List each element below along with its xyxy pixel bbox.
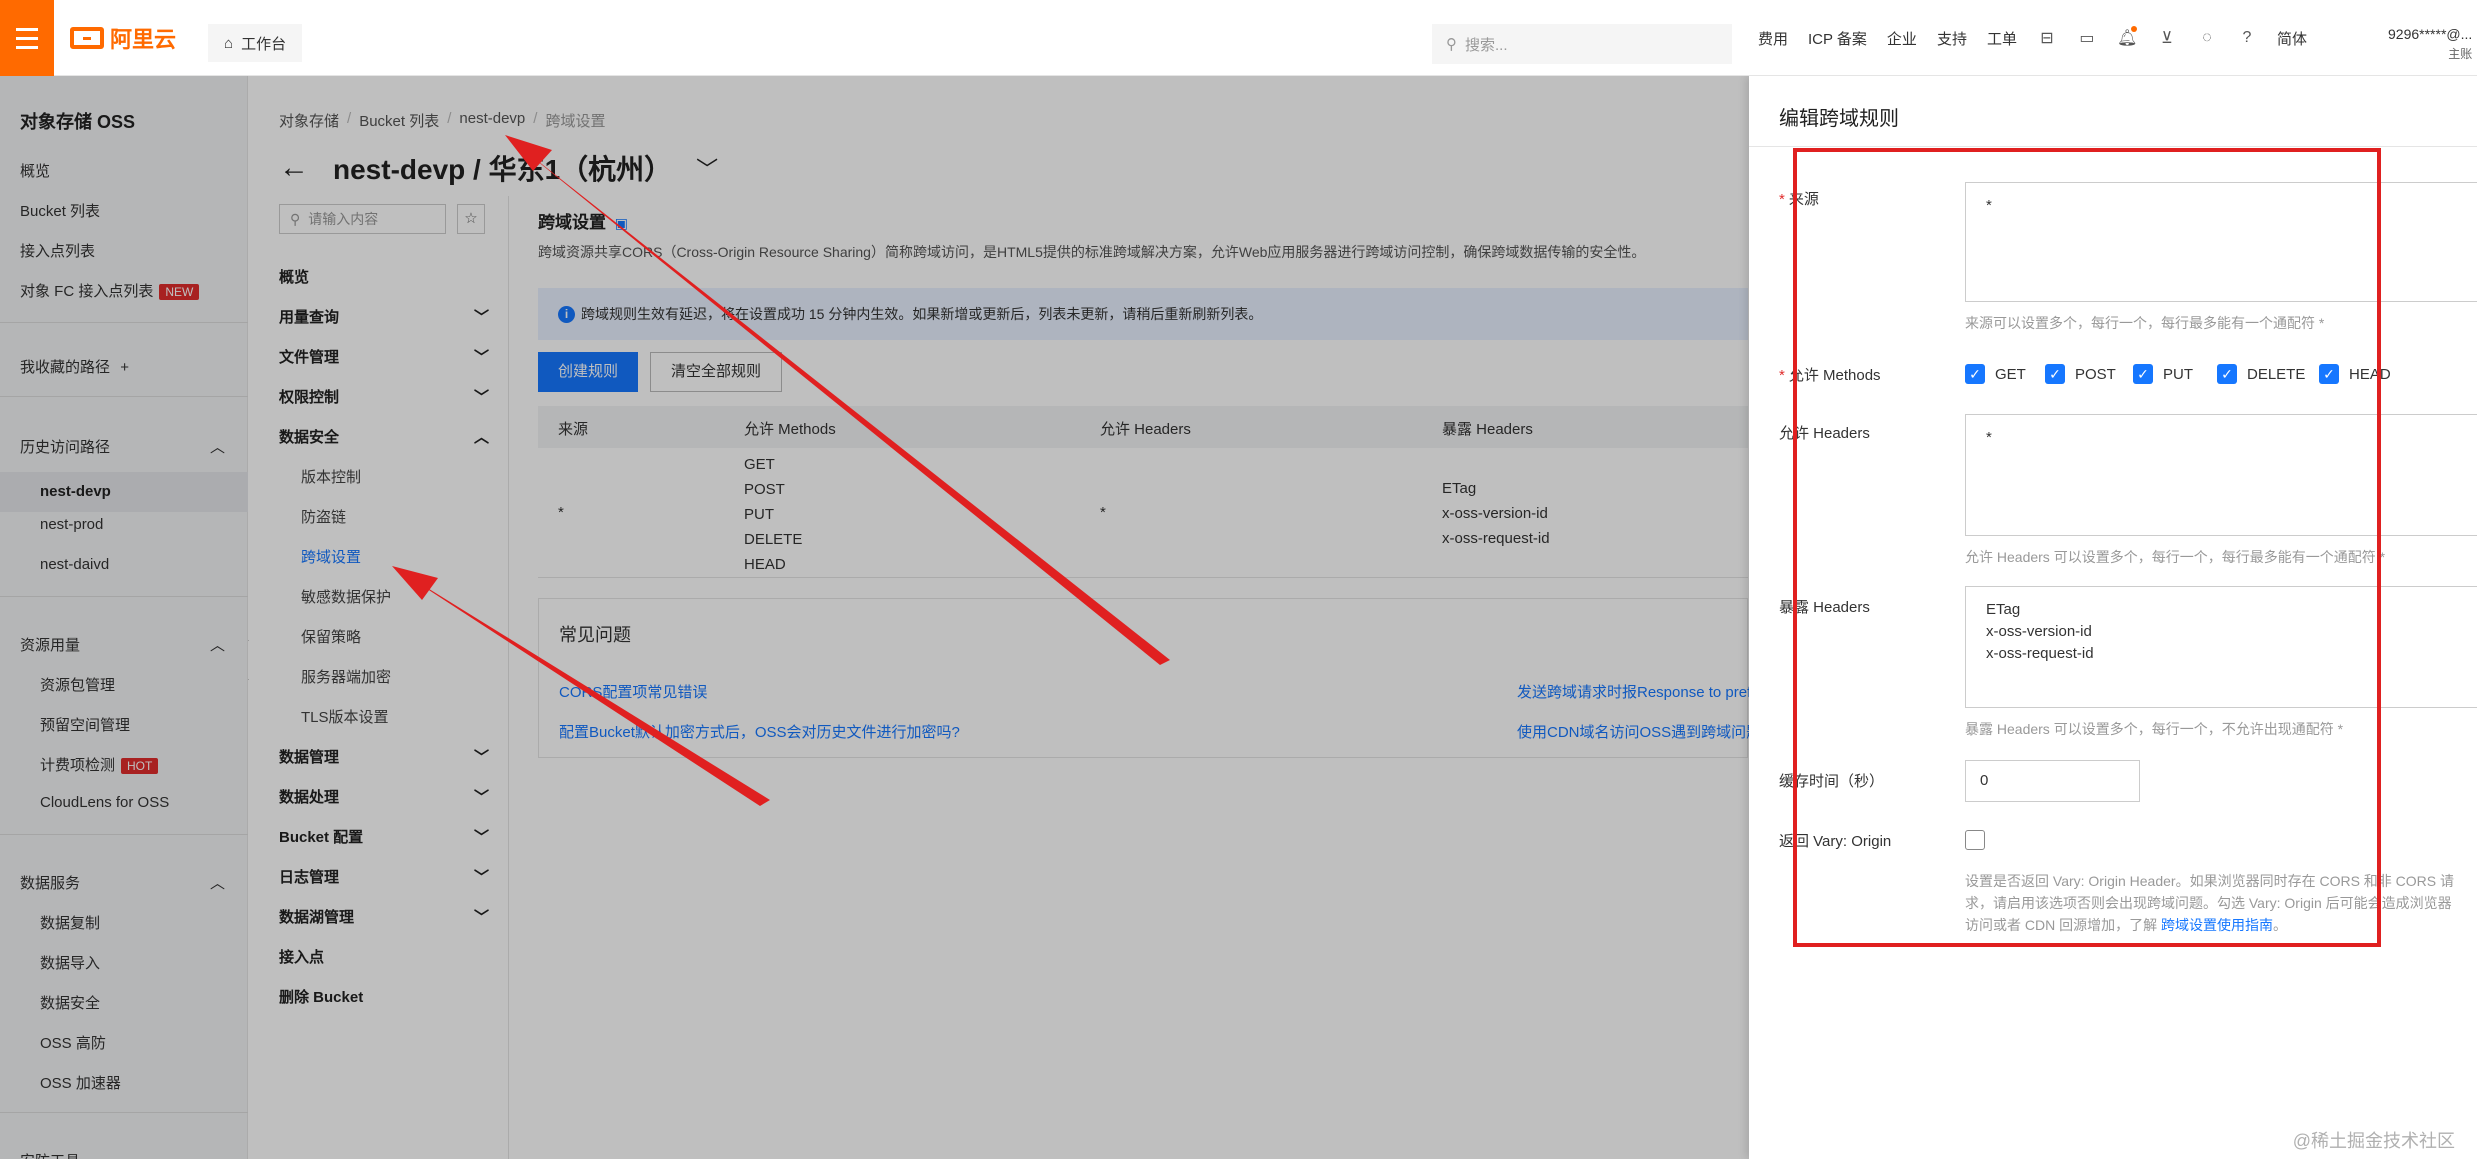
nav-ticket[interactable]: 工单 (1987, 28, 2017, 49)
nav-icp[interactable]: ICP 备案 (1808, 28, 1867, 49)
search-icon: ⚲ (1446, 36, 1457, 53)
account-menu[interactable]: 9296*****@... 主账 (2388, 24, 2472, 64)
account-name: 9296*****@... (2388, 26, 2473, 42)
bulb-icon[interactable]: ◌ (2197, 29, 2217, 47)
workbench-label: 工作台 (241, 35, 287, 53)
account-role: 主账 (2448, 47, 2473, 61)
cart-icon[interactable]: ⊻ (2157, 28, 2177, 48)
terminal-icon[interactable]: ▭ (2077, 28, 2097, 48)
search-placeholder: 搜索... (1465, 36, 1508, 54)
logo-text: 阿里云 (110, 27, 177, 52)
annotation-arrow (392, 566, 770, 806)
console-icon[interactable]: ⊟ (2037, 28, 2057, 48)
bell-icon[interactable]: 🔔︎ (2117, 26, 2137, 48)
nav-support[interactable]: 支持 (1937, 28, 1967, 49)
logo[interactable]: 阿里云 (70, 26, 176, 52)
home-icon: ⌂ (224, 34, 234, 52)
top-nav: 费用 ICP 备案 企业 支持 工单 ⊟ ▭ 🔔︎ ⊻ ◌ ? 简体 (1758, 0, 2307, 76)
global-search-input[interactable]: ⚲ 搜索... (1432, 24, 1732, 64)
workbench-button[interactable]: ⌂ 工作台 (208, 24, 303, 62)
annotation-arrow (505, 135, 1170, 665)
nav-enterprise[interactable]: 企业 (1887, 28, 1917, 49)
menu-icon[interactable] (0, 0, 54, 76)
nav-billing[interactable]: 费用 (1758, 28, 1788, 49)
aliyun-logo-icon (70, 27, 104, 49)
annotation-arrow (392, 566, 438, 600)
language-switch[interactable]: 简体 (2277, 28, 2307, 49)
annotation-arrow (505, 135, 552, 171)
watermark: @稀土掘金技术社区 (2292, 1131, 2455, 1151)
annotation-arrows (392, 135, 1170, 806)
help-icon[interactable]: ? (2237, 29, 2257, 47)
top-header: 阿里云 ⌂ 工作台 ⚲ 搜索... 费用 ICP 备案 企业 支持 工单 ⊟ ▭… (0, 0, 2477, 76)
